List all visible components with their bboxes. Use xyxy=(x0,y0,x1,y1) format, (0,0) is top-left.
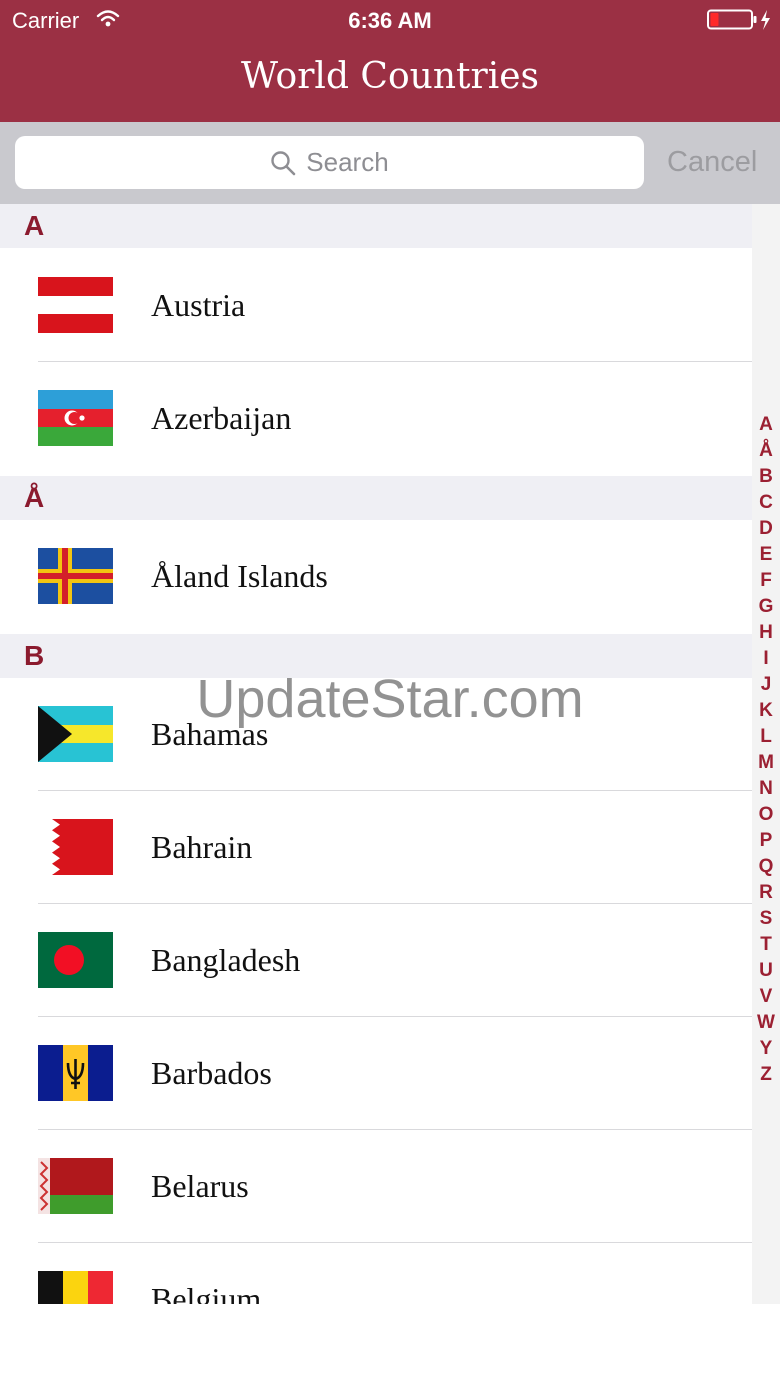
section-letter: Å xyxy=(24,482,45,513)
flag-bangladesh-icon xyxy=(38,932,113,988)
flag-barbados-icon xyxy=(38,1045,113,1101)
flag-azerbaijan-icon xyxy=(38,390,113,446)
carrier-label: Carrier xyxy=(12,8,80,33)
flag-bahamas-icon xyxy=(38,706,113,762)
index-letter[interactable]: L xyxy=(752,726,780,748)
section-letter: B xyxy=(24,640,45,671)
search-icon xyxy=(271,151,296,176)
country-name: Belarus xyxy=(151,1168,249,1204)
index-letter[interactable]: I xyxy=(752,648,780,670)
section-letter: A xyxy=(24,210,45,241)
index-letter[interactable]: Å xyxy=(752,440,780,462)
section-header-a-ring: Å xyxy=(0,476,752,520)
index-letter[interactable]: Q xyxy=(752,856,780,878)
flag-aland-icon xyxy=(38,548,113,604)
index-letter[interactable]: K xyxy=(752,700,780,722)
flag-bahrain-icon xyxy=(38,819,113,875)
index-letter[interactable]: S xyxy=(752,908,780,930)
index-letter[interactable]: Y xyxy=(752,1038,780,1060)
index-letter[interactable]: E xyxy=(752,544,780,566)
country-row-belarus[interactable]: Belarus xyxy=(0,1130,752,1243)
section-index[interactable]: A Å B C D E F G H I J K L M N O P Q R S … xyxy=(752,204,780,1304)
flag-belarus-icon xyxy=(38,1158,113,1214)
index-letter[interactable]: P xyxy=(752,830,780,852)
country-name: Austria xyxy=(151,287,246,323)
section-header-a: A xyxy=(0,204,752,248)
flag-austria-icon xyxy=(38,277,113,333)
country-name: Åland Islands xyxy=(151,558,328,594)
index-letter[interactable]: A xyxy=(752,414,780,436)
country-row-azerbaijan[interactable]: Azerbaijan xyxy=(0,362,752,475)
status-bar: Carrier 6:36 AM xyxy=(0,0,780,40)
country-row-bangladesh[interactable]: Bangladesh xyxy=(0,904,752,1017)
battery-icon xyxy=(707,9,773,36)
index-letter[interactable]: Z xyxy=(752,1064,780,1086)
index-letter[interactable]: O xyxy=(752,804,780,826)
index-letter[interactable]: W xyxy=(752,1012,780,1034)
index-letter[interactable]: M xyxy=(752,752,780,774)
flag-belgium-icon xyxy=(38,1271,113,1304)
country-row-aland-islands[interactable]: Åland Islands xyxy=(0,520,752,633)
navigation-bar: World Countries xyxy=(0,40,780,122)
country-row-belgium[interactable]: Belgium xyxy=(0,1243,752,1304)
index-letter[interactable]: B xyxy=(752,466,780,488)
country-name: Bahamas xyxy=(151,716,269,752)
country-name: Barbados xyxy=(151,1055,272,1091)
index-letter[interactable]: T xyxy=(752,934,780,956)
search-placeholder: Search xyxy=(306,147,389,177)
country-row-bahrain[interactable]: Bahrain xyxy=(0,791,752,904)
index-letter[interactable]: N xyxy=(752,778,780,800)
index-letter[interactable]: D xyxy=(752,518,780,540)
country-name: Belgium xyxy=(151,1281,262,1304)
cancel-button[interactable]: Cancel xyxy=(667,146,757,179)
search-input[interactable]: Search xyxy=(15,136,644,189)
country-name: Bahrain xyxy=(151,829,253,865)
index-letter[interactable]: H xyxy=(752,622,780,644)
country-name: Azerbaijan xyxy=(151,400,292,436)
page-title: World Countries xyxy=(240,56,539,97)
index-letter[interactable]: U xyxy=(752,960,780,982)
country-row-barbados[interactable]: Barbados xyxy=(0,1017,752,1130)
index-letter[interactable]: G xyxy=(752,596,780,618)
index-letter[interactable]: V xyxy=(752,986,780,1008)
country-row-bahamas[interactable]: Bahamas xyxy=(0,678,752,791)
wifi-icon xyxy=(96,9,120,32)
search-bar: Search Cancel xyxy=(0,122,780,204)
country-name: Bangladesh xyxy=(151,942,301,978)
index-letter[interactable]: C xyxy=(752,492,780,514)
index-letter[interactable]: F xyxy=(752,570,780,592)
country-row-austria[interactable]: Austria xyxy=(0,249,752,362)
country-list[interactable]: A Austria Azerbaijan Å Åland Islands B B… xyxy=(0,204,752,1304)
index-letter[interactable]: R xyxy=(752,882,780,904)
section-header-b: B xyxy=(0,634,752,678)
index-letter[interactable]: J xyxy=(752,674,780,696)
